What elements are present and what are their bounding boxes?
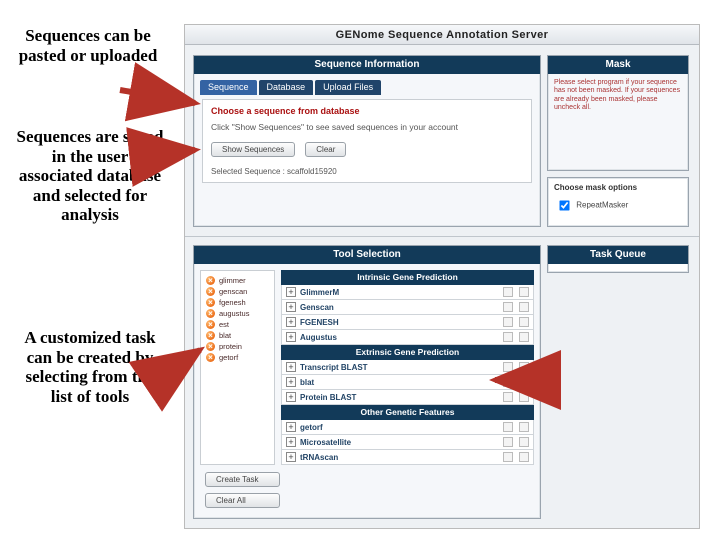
callout-saved: Sequences are saved in the user associat… xyxy=(14,127,166,225)
selected-tool-augustus[interactable]: augustus xyxy=(206,309,269,318)
seqinfo-tabbar: Sequence Database Upload Files xyxy=(194,74,540,95)
settings-icon[interactable] xyxy=(519,302,529,312)
tool-row-transcript-blast[interactable]: +Transcript BLAST xyxy=(281,360,534,375)
add-tool-icon[interactable] xyxy=(503,317,513,327)
panel-head-mask: Mask xyxy=(548,56,688,74)
available-tools-grid: Intrinsic Gene Prediction +GlimmerM +Gen… xyxy=(281,270,534,465)
add-tool-icon[interactable] xyxy=(503,362,513,372)
selected-sequence-label: Selected Sequence : scaffold15920 xyxy=(211,167,523,176)
add-tool-icon[interactable] xyxy=(503,422,513,432)
selected-tool-protein[interactable]: protein xyxy=(206,342,269,351)
section-other: Other Genetic Features xyxy=(281,405,534,420)
expand-icon[interactable]: + xyxy=(286,287,296,297)
button-create-task[interactable]: Create Task xyxy=(205,472,280,487)
expand-icon[interactable]: + xyxy=(286,377,296,387)
add-tool-icon[interactable] xyxy=(503,287,513,297)
seqinfo-choose-label: Choose a sequence from database xyxy=(211,106,523,116)
panel-sequence-information: Sequence Information Sequence Database U… xyxy=(193,55,541,227)
remove-icon[interactable] xyxy=(206,331,215,340)
button-clear-all[interactable]: Clear All xyxy=(205,493,280,508)
remove-icon[interactable] xyxy=(206,287,215,296)
seqinfo-help: Click "Show Sequences" to see saved sequ… xyxy=(211,122,523,132)
settings-icon[interactable] xyxy=(519,422,529,432)
panel-task-queue: Task Queue xyxy=(547,245,689,273)
selected-tools-list: glimmer genscan fgenesh augustus est bla… xyxy=(200,270,275,465)
tool-row-protein-blast[interactable]: +Protein BLAST xyxy=(281,390,534,405)
seqinfo-body: Choose a sequence from database Click "S… xyxy=(202,99,532,183)
button-show-sequences[interactable]: Show Sequences xyxy=(211,142,295,157)
settings-icon[interactable] xyxy=(519,452,529,462)
expand-icon[interactable]: + xyxy=(286,392,296,402)
tab-sequence[interactable]: Sequence xyxy=(200,80,257,95)
tool-row-getorf[interactable]: +getorf xyxy=(281,420,534,435)
checkbox-repeatmasker[interactable] xyxy=(559,200,569,210)
tool-row-microsatellite[interactable]: +Microsatellite xyxy=(281,435,534,450)
app-window: GENome Sequence Annotation Server Sequen… xyxy=(184,24,700,529)
tool-row-augustus[interactable]: +Augustus xyxy=(281,330,534,345)
app-title: GENome Sequence Annotation Server xyxy=(185,25,699,45)
panel-mask-options: Choose mask options RepeatMasker xyxy=(547,177,689,227)
settings-icon[interactable] xyxy=(519,392,529,402)
selected-tool-genscan[interactable]: genscan xyxy=(206,287,269,296)
add-tool-icon[interactable] xyxy=(503,377,513,387)
add-tool-icon[interactable] xyxy=(503,392,513,402)
selected-tool-fgenesh[interactable]: fgenesh xyxy=(206,298,269,307)
tool-row-glimmer[interactable]: +GlimmerM xyxy=(281,285,534,300)
expand-icon[interactable]: + xyxy=(286,452,296,462)
mask-options-title: Choose mask options xyxy=(554,183,682,192)
callout-paste: Sequences can be pasted or uploaded xyxy=(18,26,158,65)
remove-icon[interactable] xyxy=(206,320,215,329)
remove-icon[interactable] xyxy=(206,309,215,318)
button-clear-sequence[interactable]: Clear xyxy=(305,142,346,157)
panel-head-sequence-info: Sequence Information xyxy=(194,56,540,74)
remove-icon[interactable] xyxy=(206,298,215,307)
add-tool-icon[interactable] xyxy=(503,452,513,462)
expand-icon[interactable]: + xyxy=(286,302,296,312)
tool-row-trnascan[interactable]: +tRNAscan xyxy=(281,450,534,465)
expand-icon[interactable]: + xyxy=(286,317,296,327)
label-repeatmasker: RepeatMasker xyxy=(576,201,628,210)
selected-tool-glimmer[interactable]: glimmer xyxy=(206,276,269,285)
tab-database[interactable]: Database xyxy=(259,80,314,95)
mask-body: Please select program if your sequence h… xyxy=(548,74,688,118)
panel-mask: Mask Please select program if your seque… xyxy=(547,55,689,171)
add-tool-icon[interactable] xyxy=(503,302,513,312)
add-tool-icon[interactable] xyxy=(503,437,513,447)
settings-icon[interactable] xyxy=(519,317,529,327)
remove-icon[interactable] xyxy=(206,276,215,285)
section-extrinsic: Extrinsic Gene Prediction xyxy=(281,345,534,360)
settings-icon[interactable] xyxy=(519,287,529,297)
add-tool-icon[interactable] xyxy=(503,332,513,342)
expand-icon[interactable]: + xyxy=(286,437,296,447)
panel-tool-selection: Tool Selection glimmer genscan fgenesh a… xyxy=(193,245,541,519)
expand-icon[interactable]: + xyxy=(286,332,296,342)
settings-icon[interactable] xyxy=(519,377,529,387)
tool-row-genscan[interactable]: +Genscan xyxy=(281,300,534,315)
selected-tool-getorf[interactable]: getorf xyxy=(206,353,269,362)
callout-customized-task: A customized task can be created by sele… xyxy=(14,328,166,406)
settings-icon[interactable] xyxy=(519,437,529,447)
expand-icon[interactable]: + xyxy=(286,362,296,372)
remove-icon[interactable] xyxy=(206,353,215,362)
remove-icon[interactable] xyxy=(206,342,215,351)
expand-icon[interactable]: + xyxy=(286,422,296,432)
section-intrinsic: Intrinsic Gene Prediction xyxy=(281,270,534,285)
selected-tool-est[interactable]: est xyxy=(206,320,269,329)
tool-row-blat[interactable]: +blat xyxy=(281,375,534,390)
tool-row-fgenesh[interactable]: +FGENESH xyxy=(281,315,534,330)
panel-head-task-queue: Task Queue xyxy=(548,246,688,264)
tab-upload-files[interactable]: Upload Files xyxy=(315,80,381,95)
settings-icon[interactable] xyxy=(519,362,529,372)
panel-head-tool-selection: Tool Selection xyxy=(194,246,540,264)
selected-tool-blat[interactable]: blat xyxy=(206,331,269,340)
settings-icon[interactable] xyxy=(519,332,529,342)
